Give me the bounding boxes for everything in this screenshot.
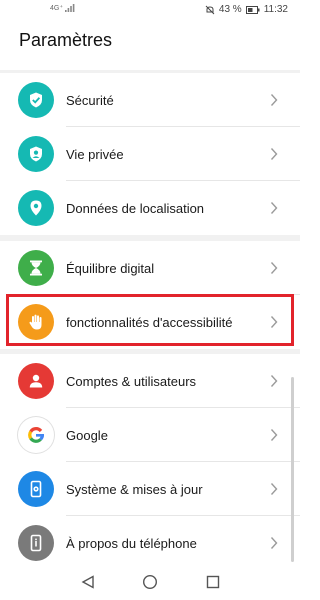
battery-icon [245,5,260,14]
shield-check-icon [18,82,54,118]
location-pin-icon [18,190,54,226]
settings-item-privacy[interactable]: Vie privée [0,127,300,181]
settings-item-digital-balance[interactable]: Équilibre digital [0,241,300,295]
settings-item-label: Équilibre digital [66,260,155,276]
page-title: Paramètres [19,30,113,50]
settings-item-accounts[interactable]: Comptes & utilisateurs [0,354,300,408]
chevron-right-icon [270,537,278,549]
settings-item-label: Comptes & utilisateurs [66,373,197,389]
settings-group-privacy: Sécurité Vie privée Données de localisat… [0,73,300,235]
google-icon [18,417,54,453]
status-right: 43 % 11:32 [205,4,288,15]
hourglass-icon [18,250,54,286]
settings-group-system: Comptes & utilisateurs Google Système & [0,354,300,570]
phone-gear-icon [18,471,54,507]
settings-item-about-phone[interactable]: À propos du téléphone [0,516,300,570]
settings-item-security[interactable]: Sécurité [0,73,300,127]
chevron-right-icon [270,148,278,160]
chevron-right-icon [270,202,278,214]
signal-indicator: 4G⁺ [50,4,75,13]
back-icon[interactable] [79,573,97,591]
settings-item-google[interactable]: Google [0,408,300,462]
settings-item-label: Google [66,427,108,443]
chevron-right-icon [270,94,278,106]
chevron-right-icon [270,429,278,441]
settings-item-label: Sécurité [66,92,114,108]
home-icon[interactable] [141,573,159,591]
settings-item-system-updates[interactable]: Système & mises à jour [0,462,300,516]
settings-item-label: Vie privée [66,146,124,162]
hand-icon [18,304,54,340]
chevron-right-icon [270,483,278,495]
settings-item-location[interactable]: Données de localisation [0,181,300,235]
phone-info-icon [18,525,54,561]
clock: 11:32 [263,4,288,15]
scrollbar[interactable] [291,377,294,562]
user-icon [18,363,54,399]
shield-user-icon [18,136,54,172]
battery-percent: 43 % [218,4,242,15]
mute-bell-icon [205,5,215,14]
settings-item-label: À propos du téléphone [66,535,197,551]
chevron-right-icon [270,316,278,328]
status-bar: 4G⁺ 43 % 11:32 [0,0,300,20]
recents-icon[interactable] [204,573,222,591]
settings-item-label: Système & mises à jour [66,481,203,497]
chevron-right-icon [270,262,278,274]
settings-item-accessibility[interactable]: fonctionnalités d'accessibilité [0,295,300,349]
settings-item-label: fonctionnalités d'accessibilité [66,314,233,330]
settings-item-label: Données de localisation [66,200,205,216]
network-type-text: 4G⁺ [50,5,64,12]
navigation-bar [0,565,300,600]
settings-group-wellbeing: Équilibre digital fonctionnalités d'acce… [0,241,300,349]
signal-icon [65,4,75,13]
chevron-right-icon [270,375,278,387]
